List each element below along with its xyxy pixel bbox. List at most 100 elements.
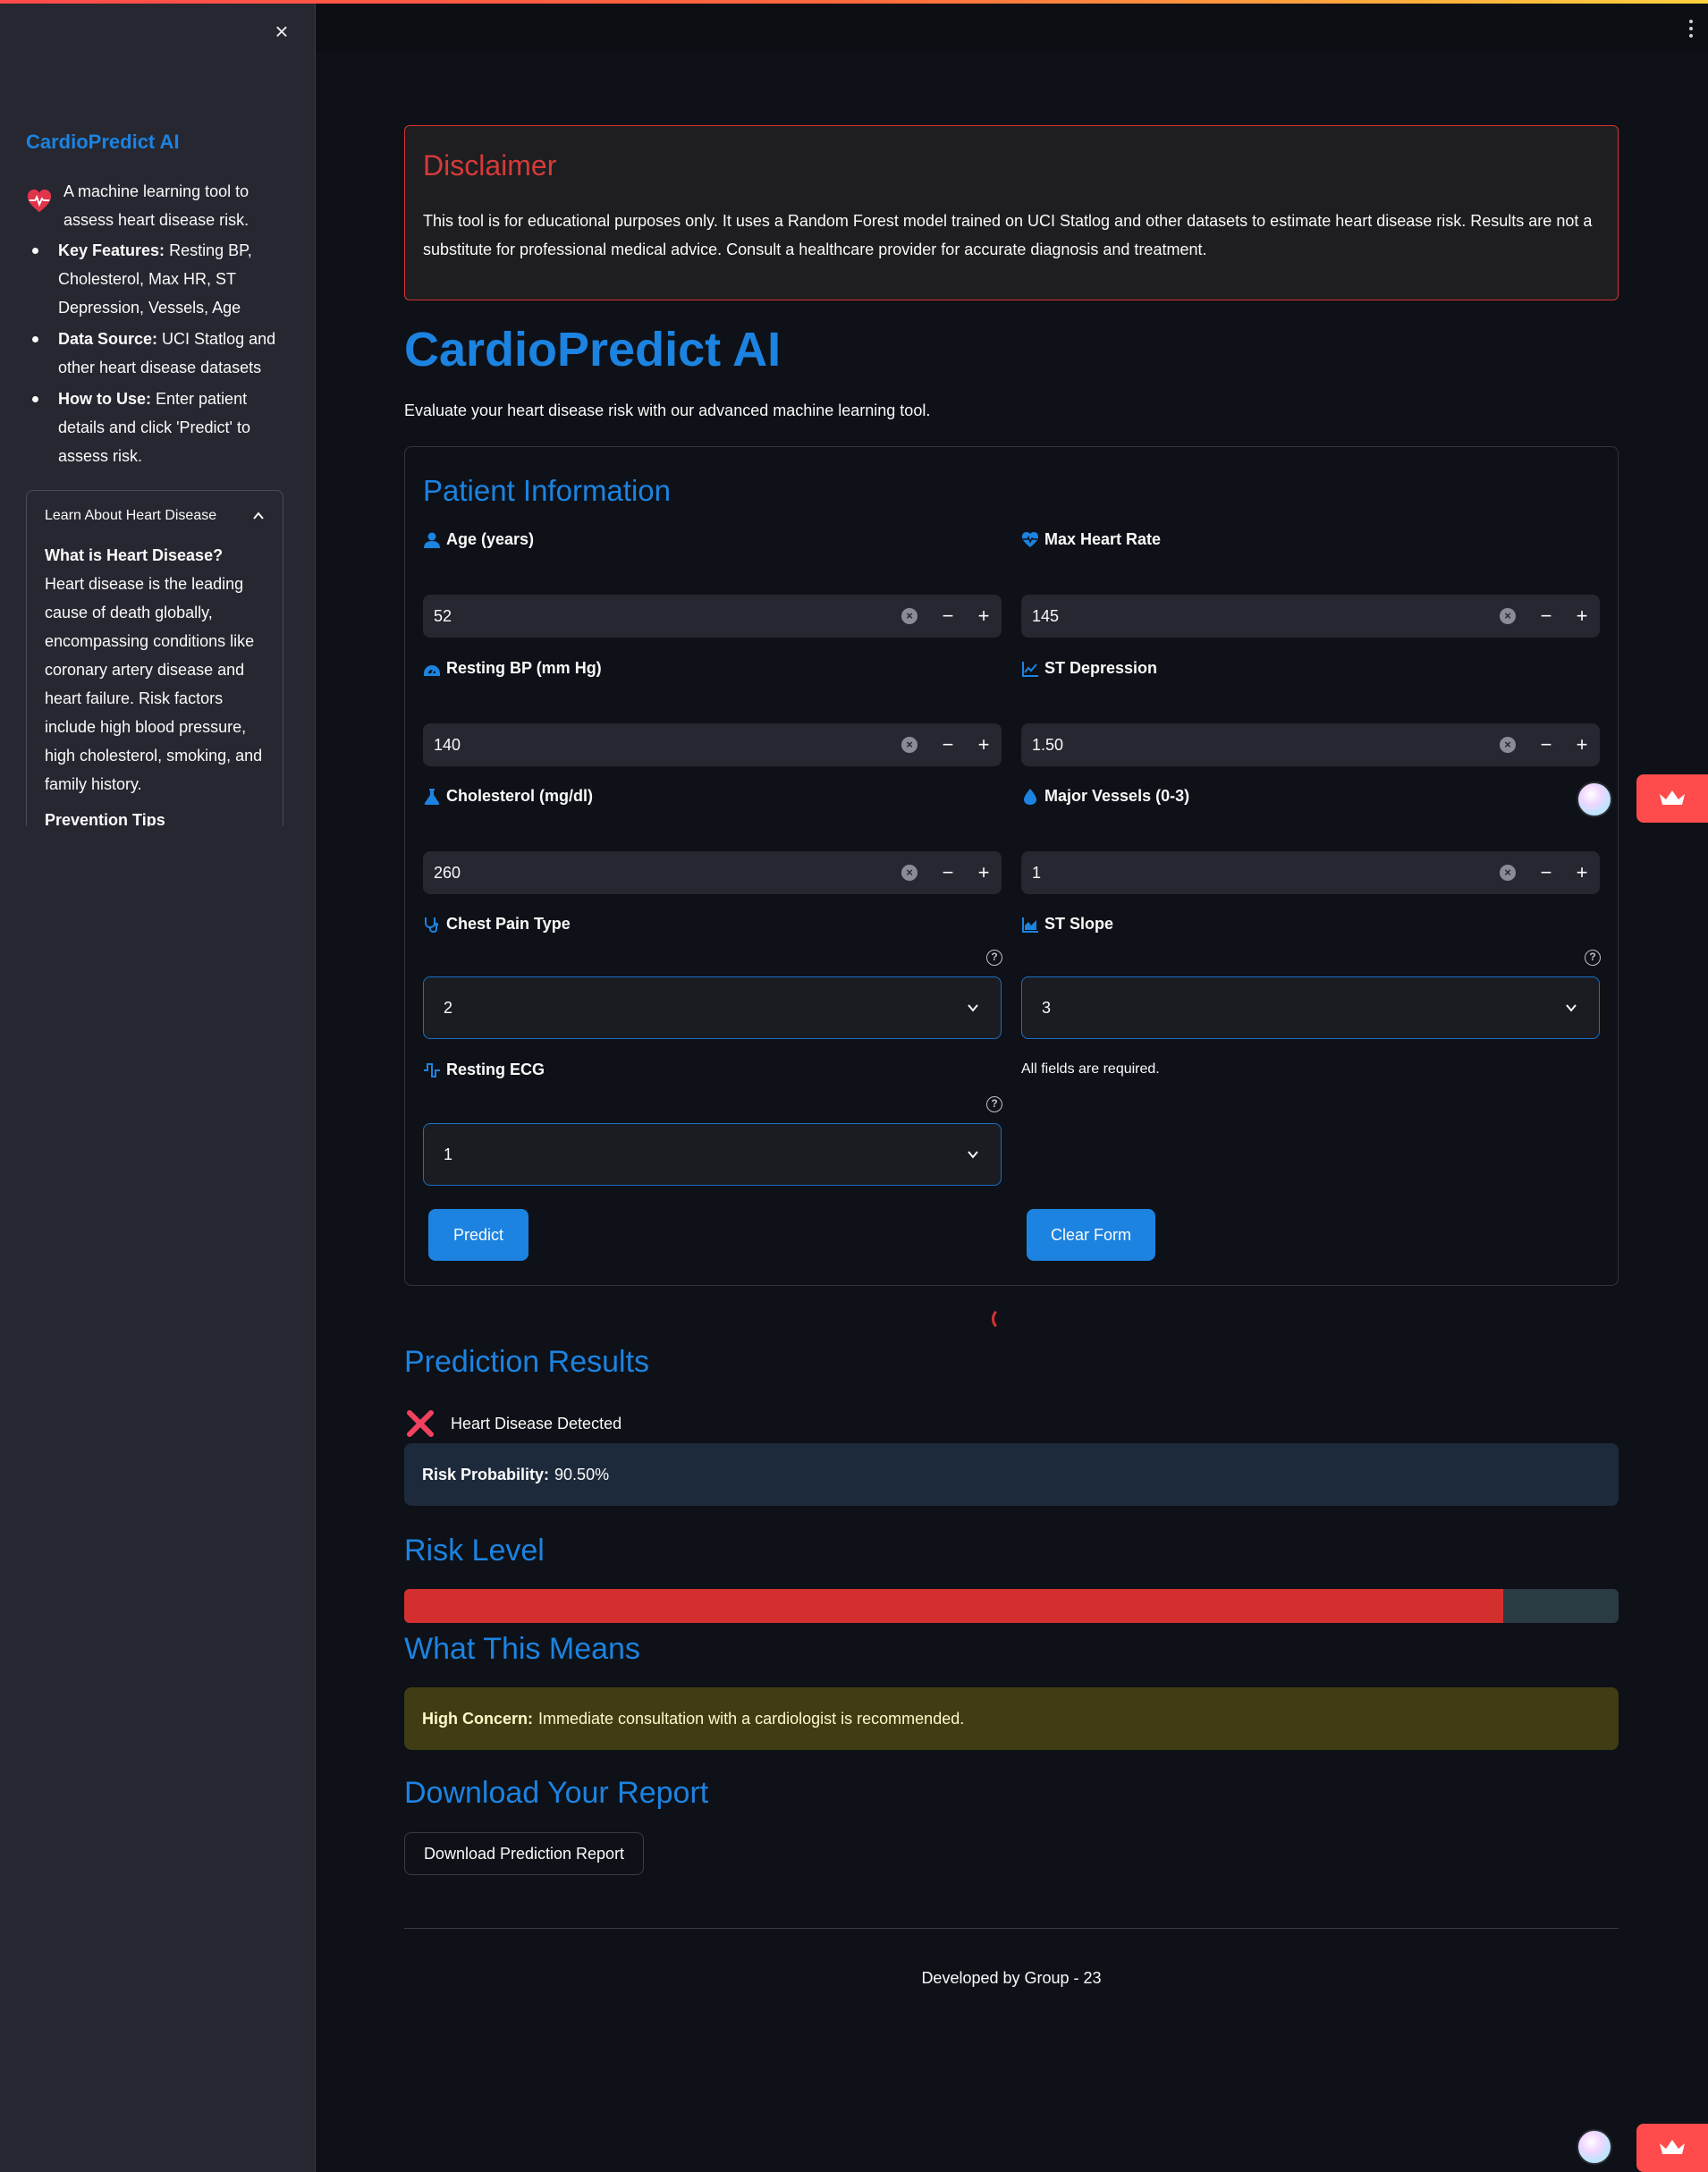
cholesterol-value[interactable]: 260	[434, 864, 901, 883]
concern-box: High Concern: Immediate consultation wit…	[404, 1687, 1619, 1750]
risk-level-progress-bar	[404, 1589, 1619, 1623]
streamlit-crown-button[interactable]	[1636, 2124, 1708, 2172]
clear-icon[interactable]: ×	[901, 865, 917, 881]
age-input[interactable]: 52 × − +	[423, 595, 1002, 638]
sidebar-intro: A machine learning tool to assess heart …	[26, 177, 294, 234]
increment-button[interactable]: +	[966, 723, 1002, 766]
resting-bp-value[interactable]: 140	[434, 736, 901, 755]
sidebar-content: × CardioPredict AI A machine learning to…	[0, 4, 316, 826]
page-subtitle: Evaluate your heart disease risk with ou…	[404, 401, 931, 419]
main-menu-button[interactable]	[1685, 16, 1697, 41]
prediction-status: Heart Disease Detected	[404, 1407, 621, 1440]
heart-pulse-icon	[27, 189, 52, 213]
risk-level-title: Risk Level	[404, 1534, 545, 1568]
st-depression-value[interactable]: 1.50	[1032, 736, 1500, 755]
increment-button[interactable]: +	[966, 851, 1002, 894]
streamlit-crown-button[interactable]	[1636, 774, 1708, 823]
expander-body: What is Heart Disease? Heart disease is …	[27, 541, 283, 826]
cholesterol-label: Cholesterol (mg/dl)	[423, 787, 593, 806]
footer-text: Developed by Group - 23	[921, 1969, 1102, 1987]
help-icon[interactable]: ?	[1585, 950, 1601, 966]
resting-ecg-label: Resting ECG	[423, 1061, 545, 1079]
major-vessels-value[interactable]: 1	[1032, 864, 1500, 883]
patient-form: Patient Information Age (years) 52 × − +…	[404, 446, 1619, 1286]
clear-icon[interactable]: ×	[901, 737, 917, 753]
resting-ecg-select[interactable]: 1	[423, 1123, 1002, 1186]
clear-icon[interactable]: ×	[1500, 737, 1516, 753]
max-heart-rate-label: Max Heart Rate	[1021, 530, 1161, 549]
disclaimer-text: This tool is for educational purposes on…	[423, 212, 1593, 258]
st-slope-label: ST Slope	[1021, 915, 1113, 934]
prediction-status-text: Heart Disease Detected	[451, 1414, 622, 1433]
cross-mark-icon	[407, 1410, 434, 1437]
close-sidebar-icon[interactable]: ×	[270, 20, 293, 43]
area-chart-icon	[1022, 917, 1038, 933]
increment-button[interactable]: +	[966, 595, 1002, 638]
major-vessels-input[interactable]: 1 × − +	[1021, 851, 1600, 894]
chevron-down-icon	[968, 1004, 978, 1012]
heart-disease-expander: Learn About Heart Disease What is Heart …	[26, 490, 283, 826]
sidebar: × CardioPredict AI A machine learning to…	[0, 4, 316, 2172]
decrement-button[interactable]: −	[930, 851, 966, 894]
avatar[interactable]	[1577, 782, 1612, 817]
age-label: Age (years)	[423, 530, 534, 549]
max-heart-rate-input[interactable]: 145 × − +	[1021, 595, 1600, 638]
download-report-button[interactable]: Download Prediction Report	[404, 1832, 644, 1875]
resting-bp-label: Resting BP (mm Hg)	[423, 659, 602, 678]
cholesterol-input[interactable]: 260 × − +	[423, 851, 1002, 894]
chest-pain-value: 2	[444, 998, 453, 1017]
clear-form-button[interactable]: Clear Form	[1027, 1209, 1155, 1261]
help-icon[interactable]: ?	[986, 1096, 1002, 1112]
clear-icon[interactable]: ×	[1500, 865, 1516, 881]
increment-button[interactable]: +	[1564, 723, 1600, 766]
decrement-button[interactable]: −	[1528, 595, 1564, 638]
increment-button[interactable]: +	[1564, 595, 1600, 638]
ecg-icon	[424, 1062, 440, 1078]
decrement-button[interactable]: −	[1528, 723, 1564, 766]
resting-bp-input[interactable]: 140 × − +	[423, 723, 1002, 766]
concern-label: High Concern:	[422, 1709, 533, 1728]
increment-button[interactable]: +	[1564, 851, 1600, 894]
decrement-button[interactable]: −	[930, 595, 966, 638]
list-item: How to Use: Enter patient details and cl…	[26, 385, 294, 470]
resting-ecg-value: 1	[444, 1145, 453, 1163]
chevron-down-icon	[1566, 1004, 1577, 1012]
st-depression-input[interactable]: 1.50 × − +	[1021, 723, 1600, 766]
chevron-down-icon	[968, 1151, 978, 1159]
expander-next-heading: Prevention Tips	[45, 811, 165, 826]
age-value[interactable]: 52	[434, 607, 901, 626]
clear-icon[interactable]: ×	[1500, 608, 1516, 624]
expander-text: Heart disease is the leading cause of de…	[45, 575, 263, 793]
st-slope-select[interactable]: 3	[1021, 976, 1600, 1039]
page-title: CardioPredict AI	[404, 323, 782, 376]
chest-pain-select[interactable]: 2	[423, 976, 1002, 1039]
crown-icon	[1660, 2140, 1685, 2154]
concern-text: Immediate consultation with a cardiologi…	[538, 1709, 965, 1728]
help-icon[interactable]: ?	[986, 950, 1002, 966]
disclaimer-box: Disclaimer This tool is for educational …	[404, 125, 1619, 300]
clear-icon[interactable]: ×	[901, 608, 917, 624]
drop-icon	[1024, 788, 1036, 805]
decrement-button[interactable]: −	[1528, 851, 1564, 894]
sidebar-feature-list: Key Features: Resting BP, Cholesterol, M…	[26, 236, 294, 473]
stethoscope-icon	[425, 917, 439, 933]
form-required-note: All fields are required.	[1021, 1061, 1160, 1077]
what-this-means-title: What This Means	[404, 1632, 640, 1666]
max-heart-rate-value[interactable]: 145	[1032, 607, 1500, 626]
sidebar-intro-text: A machine learning tool to assess heart …	[63, 182, 249, 229]
prediction-results-title: Prediction Results	[404, 1345, 650, 1379]
major-vessels-label: Major Vessels (0-3)	[1021, 787, 1189, 806]
list-item: Key Features: Resting BP, Cholesterol, M…	[26, 236, 294, 322]
form-title: Patient Information	[423, 474, 671, 507]
expander-toggle[interactable]: Learn About Heart Disease	[27, 491, 283, 541]
disclaimer-title: Disclaimer	[423, 149, 557, 182]
chevron-up-icon	[253, 511, 264, 520]
avatar[interactable]	[1577, 2129, 1612, 2165]
divider	[404, 1928, 1619, 1929]
download-report-title: Download Your Report	[404, 1776, 709, 1810]
predict-button[interactable]: Predict	[428, 1209, 528, 1261]
gauge-icon	[424, 664, 440, 676]
decrement-button[interactable]: −	[930, 723, 966, 766]
app-header	[316, 4, 1708, 52]
flask-icon	[424, 788, 440, 805]
